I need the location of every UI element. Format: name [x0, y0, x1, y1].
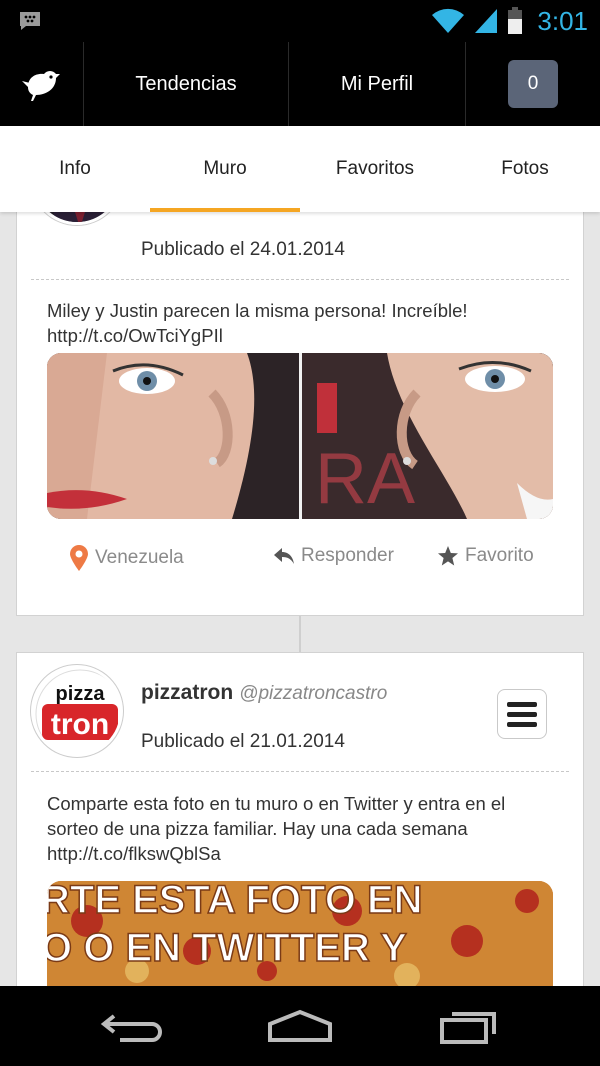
avatar[interactable]: pizza tron	[31, 665, 123, 757]
post-card: Publicado el 24.01.2014 Miley y Justin p…	[16, 212, 584, 616]
post-text: Comparte esta foto en tu muro o en Twitt…	[47, 793, 506, 864]
post-photo-faces: RA	[47, 353, 553, 519]
svg-text:pizza: pizza	[56, 683, 106, 705]
post-text: Miley y Justin parecen la misma persona!…	[47, 300, 468, 346]
back-icon[interactable]	[94, 1006, 174, 1046]
nav-mi-perfil[interactable]: Mi Perfil	[289, 42, 466, 126]
signal-icon	[475, 9, 498, 33]
bbm-notification-icon	[20, 12, 40, 30]
divider	[31, 279, 569, 280]
svg-text:RTE ESTA FOTO EN: RTE ESTA FOTO EN	[47, 881, 423, 922]
notifications-area: 0	[466, 42, 600, 126]
divider	[31, 771, 569, 772]
bird-icon	[21, 71, 60, 101]
favorite-button[interactable]: Favorito	[437, 545, 534, 567]
author-handle[interactable]: @pizzatroncastro	[239, 683, 387, 704]
post-menu-button[interactable]	[497, 689, 547, 739]
reply-button[interactable]: Responder	[273, 545, 394, 567]
pizza-promo-image: RTE ESTA FOTO EN O O EN TWITTER Y	[47, 881, 553, 986]
star-icon	[438, 546, 458, 566]
app-logo-button[interactable]	[0, 42, 84, 126]
clock: 3:01	[537, 5, 588, 36]
post-actions: Venezuela Responder Favorito	[17, 545, 583, 575]
timeline-connector	[299, 616, 301, 652]
author-name[interactable]: pizzatron	[141, 681, 233, 704]
author-line: pizzatron @pizzatroncastro	[141, 681, 387, 705]
status-bar: 3:01	[0, 0, 600, 42]
location-label: Venezuela	[95, 547, 184, 568]
tab-info[interactable]: Info	[0, 126, 150, 212]
reply-icon	[274, 548, 294, 564]
tab-fotos[interactable]: Fotos	[450, 126, 600, 212]
favorite-label: Favorito	[465, 545, 534, 566]
location-link[interactable]: Venezuela	[69, 545, 184, 571]
home-icon[interactable]	[260, 1006, 340, 1046]
reply-label: Responder	[301, 545, 394, 566]
location-pin-icon	[70, 545, 88, 571]
system-nav-bar	[0, 986, 600, 1066]
post-date: Publicado el 24.01.2014	[141, 239, 345, 260]
svg-text:tron: tron	[51, 708, 109, 741]
post-date: Publicado el 21.01.2014	[141, 731, 345, 752]
post-image[interactable]: RTE ESTA FOTO EN O O EN TWITTER Y	[47, 881, 553, 986]
wifi-icon	[432, 8, 465, 33]
app-bar: Tendencias Mi Perfil 0	[0, 42, 600, 126]
profile-tabs: Info Muro Favoritos Fotos	[0, 126, 600, 212]
avatar-photo	[54, 212, 106, 222]
tab-muro[interactable]: Muro	[150, 126, 300, 212]
pizzatron-logo: pizza tron	[35, 669, 120, 754]
svg-text:O O EN TWITTER Y: O O EN TWITTER Y	[47, 926, 407, 970]
avatar[interactable]	[31, 212, 123, 225]
battery-icon	[508, 7, 523, 34]
wall-feed[interactable]: Publicado el 24.01.2014 Miley y Justin p…	[0, 212, 600, 986]
post-image[interactable]: RA	[47, 353, 553, 519]
nav-tendencias[interactable]: Tendencias	[84, 42, 289, 126]
tab-favoritos[interactable]: Favoritos	[300, 126, 450, 212]
recent-apps-icon[interactable]	[428, 1006, 508, 1046]
post-card: pizza tron pizzatron @pizzatroncastro Pub…	[16, 652, 584, 986]
notification-badge[interactable]: 0	[508, 60, 558, 108]
